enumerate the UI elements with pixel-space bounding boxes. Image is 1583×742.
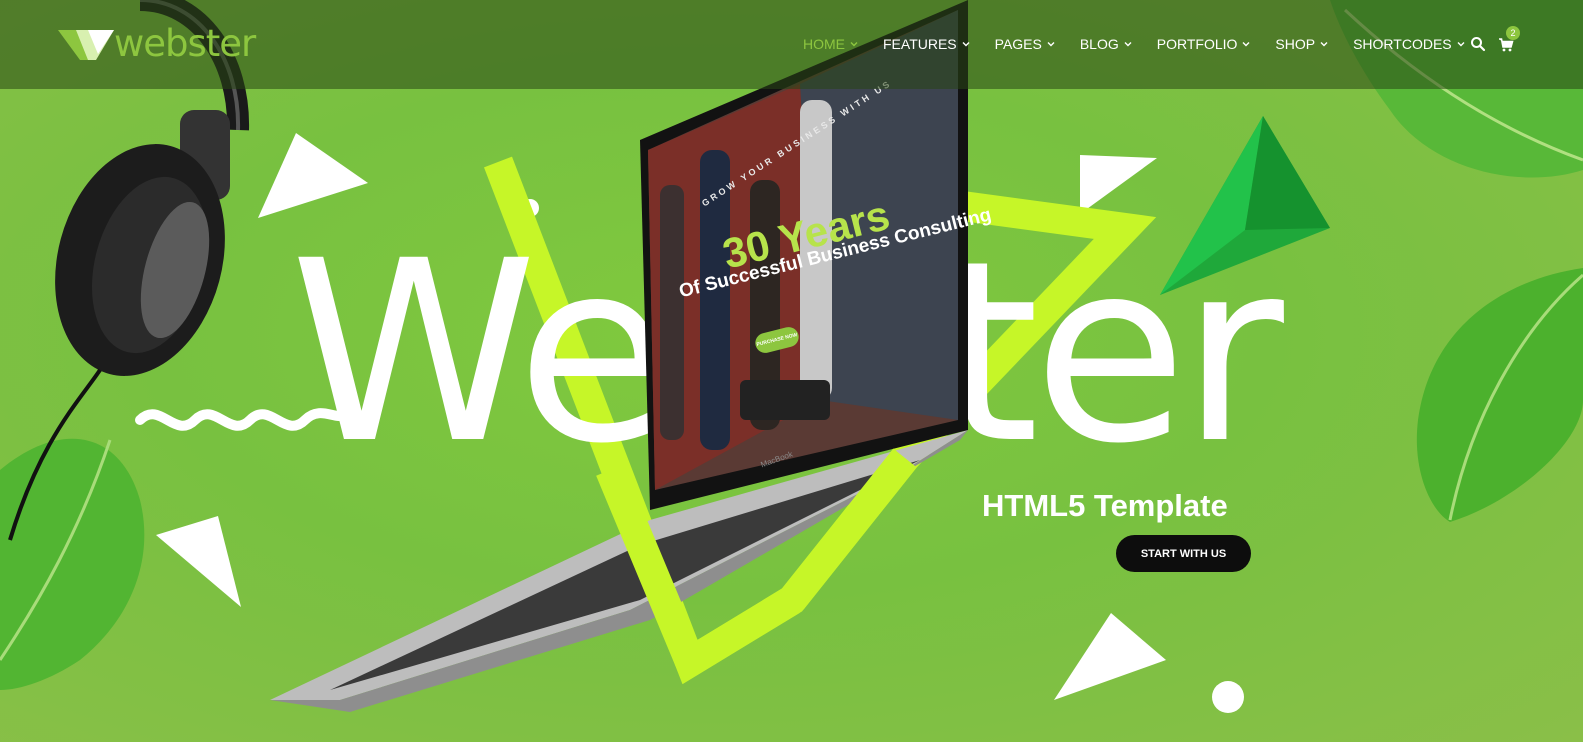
nav-item-label: PORTFOLIO — [1156, 36, 1238, 52]
nav-item-label: PAGES — [994, 36, 1042, 52]
nav-item-label: SHOP — [1275, 36, 1316, 52]
cart-count-badge: 2 — [1506, 26, 1520, 40]
chevron-down-icon — [1047, 42, 1055, 47]
search-button[interactable] — [1470, 34, 1488, 54]
nav-item-blog[interactable]: BLOG — [1080, 36, 1132, 52]
logo-mark-icon — [58, 30, 114, 60]
nav-item-features[interactable]: FEATURES — [883, 36, 970, 52]
chevron-down-icon — [1124, 42, 1132, 47]
nav-item-shortcodes[interactable]: SHORTCODES — [1353, 36, 1465, 52]
neon-w-front — [596, 448, 917, 684]
site-logo[interactable]: webster — [58, 22, 256, 65]
start-with-us-button[interactable]: START WITH US — [1116, 535, 1251, 572]
site-header: webster HOME FEATURES PAGES BLOG PORTFOL… — [0, 0, 1583, 89]
nav-item-label: FEATURES — [883, 36, 957, 52]
chevron-down-icon — [962, 42, 970, 47]
nav-item-label: SHORTCODES — [1353, 36, 1452, 52]
chevron-down-icon — [1320, 42, 1328, 47]
chevron-down-icon — [850, 42, 858, 47]
logo-text: webster — [114, 22, 256, 65]
chevron-down-icon — [1457, 42, 1465, 47]
main-nav: HOME FEATURES PAGES BLOG PORTFOLIO SHOP … — [803, 36, 1490, 52]
nav-item-portfolio[interactable]: PORTFOLIO — [1157, 36, 1251, 52]
nav-item-home[interactable]: HOME — [803, 36, 858, 52]
nav-item-label: BLOG — [1079, 36, 1119, 52]
cart-button[interactable]: 2 — [1498, 26, 1520, 54]
search-icon — [1471, 37, 1486, 52]
hero-subtitle: HTML5 Template — [982, 488, 1228, 523]
header-icons: 2 — [1470, 26, 1526, 54]
nav-item-pages[interactable]: PAGES — [995, 36, 1055, 52]
chevron-down-icon — [1242, 42, 1250, 47]
hero-section: Webster GROW YOUR BUSINESS WITH US 30 Ye… — [0, 0, 1583, 742]
nav-item-label: HOME — [803, 36, 845, 52]
nav-item-shop[interactable]: SHOP — [1275, 36, 1328, 52]
